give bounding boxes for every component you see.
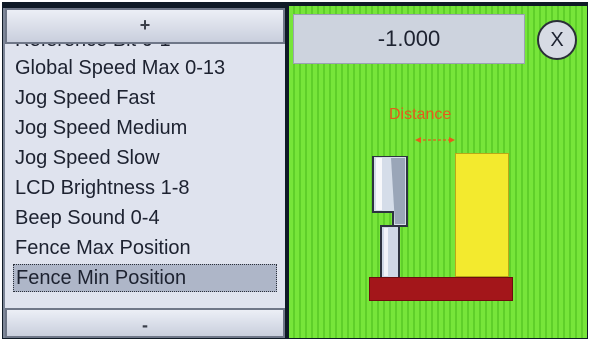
fence-diagram-panel: -1.000 X Distance (289, 6, 587, 338)
close-button[interactable]: X (537, 20, 577, 60)
settings-menu: + Reference Bit 0-1 Global Speed Max 0-1… (3, 8, 285, 338)
table-base (369, 277, 513, 301)
menu-item-fence-min-position[interactable]: Fence Min Position (13, 264, 277, 292)
menu-item-lcd-brightness[interactable]: LCD Brightness 1-8 (13, 174, 277, 202)
router-bit-icon (372, 156, 408, 278)
distance-label: Distance (389, 106, 452, 123)
menu-item-jog-speed-slow[interactable]: Jog Speed Slow (13, 144, 277, 172)
menu-item-fence-max-position[interactable]: Fence Max Position (13, 234, 277, 262)
menu-item-global-speed-max[interactable]: Global Speed Max 0-13 (13, 54, 277, 82)
device-screen: + Reference Bit 0-1 Global Speed Max 0-1… (2, 2, 588, 339)
fence-block (455, 153, 509, 277)
settings-list: Reference Bit 0-1 Global Speed Max 0-13 … (5, 44, 285, 308)
menu-item-reference-bit[interactable]: Reference Bit 0-1 (13, 44, 277, 54)
distance-arrow-icon (415, 137, 455, 143)
scroll-up-button[interactable]: + (5, 8, 285, 44)
menu-item-jog-speed-medium[interactable]: Jog Speed Medium (13, 114, 277, 142)
scroll-down-button[interactable]: - (5, 308, 285, 338)
value-display[interactable]: -1.000 (293, 14, 525, 64)
menu-item-beep-sound[interactable]: Beep Sound 0-4 (13, 204, 277, 232)
menu-item-jog-speed-fast[interactable]: Jog Speed Fast (13, 84, 277, 112)
